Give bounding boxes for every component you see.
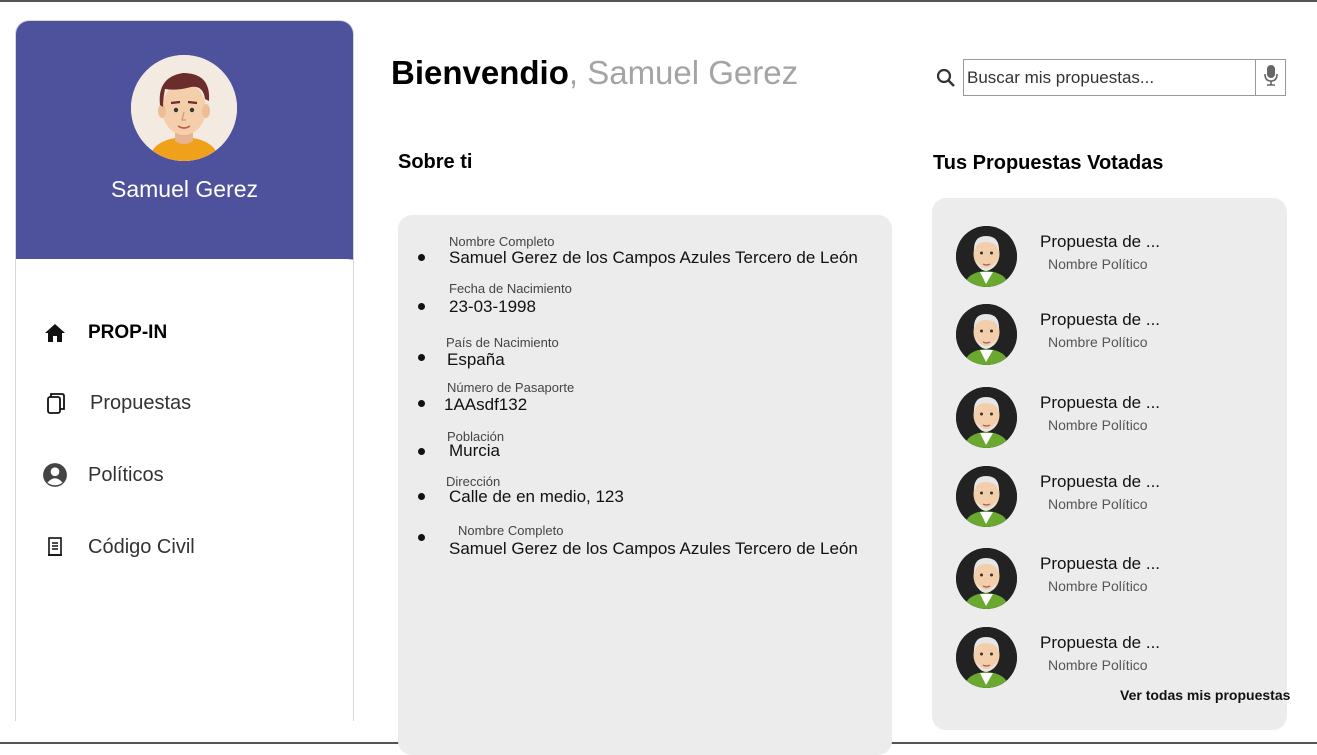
voted-title: Tus Propuestas Votadas: [933, 152, 1164, 174]
greeting-comma: ,: [568, 54, 579, 91]
politician-name: Nombre Político: [1048, 417, 1148, 433]
info-value: Samuel Gerez de los Campos Azules Tercer…: [449, 539, 858, 558]
sidebar-item-prop-in[interactable]: PROP-IN: [42, 320, 167, 346]
account-circle-icon: [42, 462, 68, 488]
sidebar-item-codigo-civil[interactable]: Código Civil: [42, 534, 195, 560]
proposal-title: Propuesta de ...: [1040, 232, 1161, 251]
info-label: Número de Pasaporte: [447, 380, 575, 395]
sidebar-item-propuestas[interactable]: Propuestas: [42, 390, 191, 416]
sidebar-item-label: PROP-IN: [88, 322, 168, 343]
info-label: Fecha de Nacimiento: [449, 281, 572, 296]
politician-name: Nombre Político: [1048, 578, 1148, 594]
microphone-icon: [1263, 64, 1278, 91]
microphone-button[interactable]: [1255, 60, 1285, 95]
proposal-title: Propuesta de ...: [1040, 393, 1161, 412]
politician-avatar: [956, 226, 1017, 287]
greeting-name: Samuel Gerez: [587, 54, 799, 91]
politician-name: Nombre Político: [1048, 256, 1148, 272]
politician-avatar: [956, 466, 1017, 527]
bullet: [418, 254, 425, 261]
greeting-word: Bienvendio: [391, 54, 569, 91]
info-value: 23-03-1998: [449, 297, 536, 316]
proposal-item[interactable]: Propuesta de ... Nombre Político: [956, 466, 1276, 528]
search-box: [963, 59, 1286, 96]
proposal-item[interactable]: Propuesta de ... Nombre Político: [956, 226, 1276, 288]
sidebar-item-politicos[interactable]: Políticos: [42, 462, 164, 488]
info-label: País de Nacimiento: [446, 335, 559, 350]
proposal-item[interactable]: Propuesta de ... Nombre Político: [956, 548, 1276, 610]
page-title: Bienvendio, Samuel Gerez: [391, 54, 798, 92]
politician-avatar: [956, 627, 1017, 688]
search-icon[interactable]: [936, 68, 956, 88]
bullet: [418, 534, 425, 541]
bullet: [418, 400, 425, 407]
document-icon: [42, 534, 68, 560]
proposal-item[interactable]: Propuesta de ... Nombre Político: [956, 304, 1276, 366]
copy-icon: [42, 390, 68, 416]
see-all-proposals-link[interactable]: Ver todas mis propuestas: [1120, 687, 1290, 703]
sidebar-item-label: Código Civil: [88, 535, 195, 558]
voted-panel: Propuesta de ... Nombre Político Propues…: [932, 198, 1287, 730]
info-value: 1AAsdf132: [444, 395, 528, 414]
bullet: [418, 303, 425, 310]
sidebar-item-label: Políticos: [88, 463, 164, 486]
politician-name: Nombre Político: [1048, 334, 1148, 350]
sidebar: Samuel Gerez: [15, 20, 354, 721]
sidebar-item-label: Propuestas: [90, 391, 192, 414]
bullet: [418, 448, 425, 455]
info-label: Nombre Completo: [449, 234, 555, 249]
politician-name: Nombre Político: [1048, 657, 1148, 673]
proposal-title: Propuesta de ...: [1040, 554, 1161, 573]
about-title: Sobre ti: [398, 151, 473, 173]
proposal-title: Propuesta de ...: [1040, 472, 1161, 491]
info-label: Nombre Completo: [458, 523, 564, 538]
info-value: Murcia: [449, 441, 501, 460]
search-input[interactable]: [964, 60, 1255, 95]
politician-name: Nombre Político: [1048, 496, 1148, 512]
proposal-title: Propuesta de ...: [1040, 310, 1161, 329]
info-value: Calle de en medio, 123: [449, 487, 624, 506]
user-name: Samuel Gerez: [110, 176, 258, 202]
info-value: Samuel Gerez de los Campos Azules Tercer…: [449, 248, 858, 267]
proposal-item[interactable]: Propuesta de ... Nombre Político: [956, 387, 1276, 449]
home-icon: [42, 320, 68, 346]
sidebar-curve: [16, 259, 353, 459]
bullet: [418, 354, 425, 361]
info-value: España: [447, 350, 505, 369]
politician-avatar: [956, 387, 1017, 448]
politician-avatar: [956, 304, 1017, 365]
politician-avatar: [956, 548, 1017, 609]
bullet: [418, 493, 425, 500]
user-avatar[interactable]: [131, 55, 237, 161]
proposal-title: Propuesta de ...: [1040, 633, 1161, 652]
proposal-item[interactable]: Propuesta de ... Nombre Político: [956, 627, 1276, 689]
